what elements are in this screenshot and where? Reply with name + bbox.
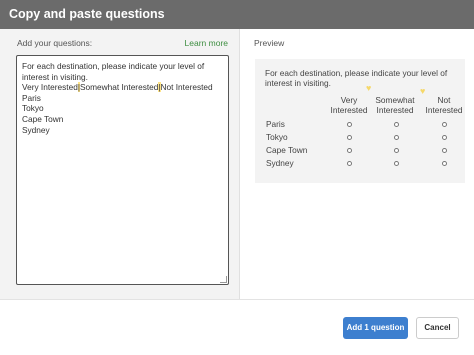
radio-option[interactable] [442, 161, 447, 166]
heart-icon: ♥ [420, 86, 426, 96]
radio-option[interactable] [394, 135, 399, 140]
radio-option[interactable] [442, 148, 447, 153]
radio-option[interactable] [394, 148, 399, 153]
column-header-line: Not [437, 95, 451, 105]
radio-option[interactable] [347, 161, 352, 166]
footer-divider [0, 299, 474, 300]
preview-card: For each destination, please indicate yo… [255, 59, 465, 183]
heart-icon: ♥ [366, 83, 372, 93]
radio-option[interactable] [347, 135, 352, 140]
choice-text: Very Interested [22, 82, 78, 93]
editor-line: Cape Town [22, 113, 64, 124]
radio-option[interactable] [394, 161, 399, 166]
column-header-line: Somewhat [375, 95, 415, 105]
editor-line: Paris [22, 92, 41, 103]
dialog-title: Copy and paste questions [0, 0, 474, 29]
preview-question: For each destination, please indicate yo… [265, 68, 448, 89]
editor-line: For each destination, please indicate yo… [22, 61, 205, 71]
preview-panel: Preview For each destination, please ind… [241, 29, 474, 299]
radio-option[interactable] [442, 122, 447, 127]
questions-textarea[interactable]: For each destination, please indicate yo… [16, 55, 229, 285]
choice-text: Not Interested [160, 82, 213, 93]
column-header-line: Interested [330, 105, 368, 115]
radio-option[interactable] [442, 135, 447, 140]
editor-line: Tokyo [22, 103, 44, 114]
radio-option[interactable] [394, 122, 399, 127]
editor-line: interest in visiting. [22, 71, 88, 82]
choice-text: Somewhat Interested [79, 82, 159, 93]
column-header: Not Interested [419, 95, 469, 115]
cancel-button[interactable]: Cancel [416, 317, 459, 339]
column-header: Very Interested [324, 95, 374, 115]
radio-option[interactable] [347, 148, 352, 153]
row-label: Cape Town [266, 145, 308, 155]
column-header: Somewhat Interested [370, 95, 420, 115]
editor-line: Sydney [22, 124, 50, 135]
preview-label: Preview [254, 38, 285, 48]
learn-more-link[interactable]: Learn more [185, 38, 228, 48]
editor-choices-line: Very Interested|Somewhat Interested|Not … [22, 82, 223, 93]
column-header-line: Interested [425, 105, 463, 115]
editor-label: Add your questions: [17, 38, 93, 48]
radio-option[interactable] [347, 122, 352, 127]
row-label: Tokyo [266, 132, 288, 142]
resize-handle[interactable] [220, 276, 227, 283]
row-label: Paris [266, 119, 285, 129]
add-question-button[interactable]: Add 1 question [343, 317, 408, 339]
row-label: Sydney [266, 158, 294, 168]
editor-panel: Add your questions: Learn more For each … [0, 29, 240, 299]
column-header-line: Very [340, 95, 358, 105]
column-header-line: Interested [376, 105, 414, 115]
